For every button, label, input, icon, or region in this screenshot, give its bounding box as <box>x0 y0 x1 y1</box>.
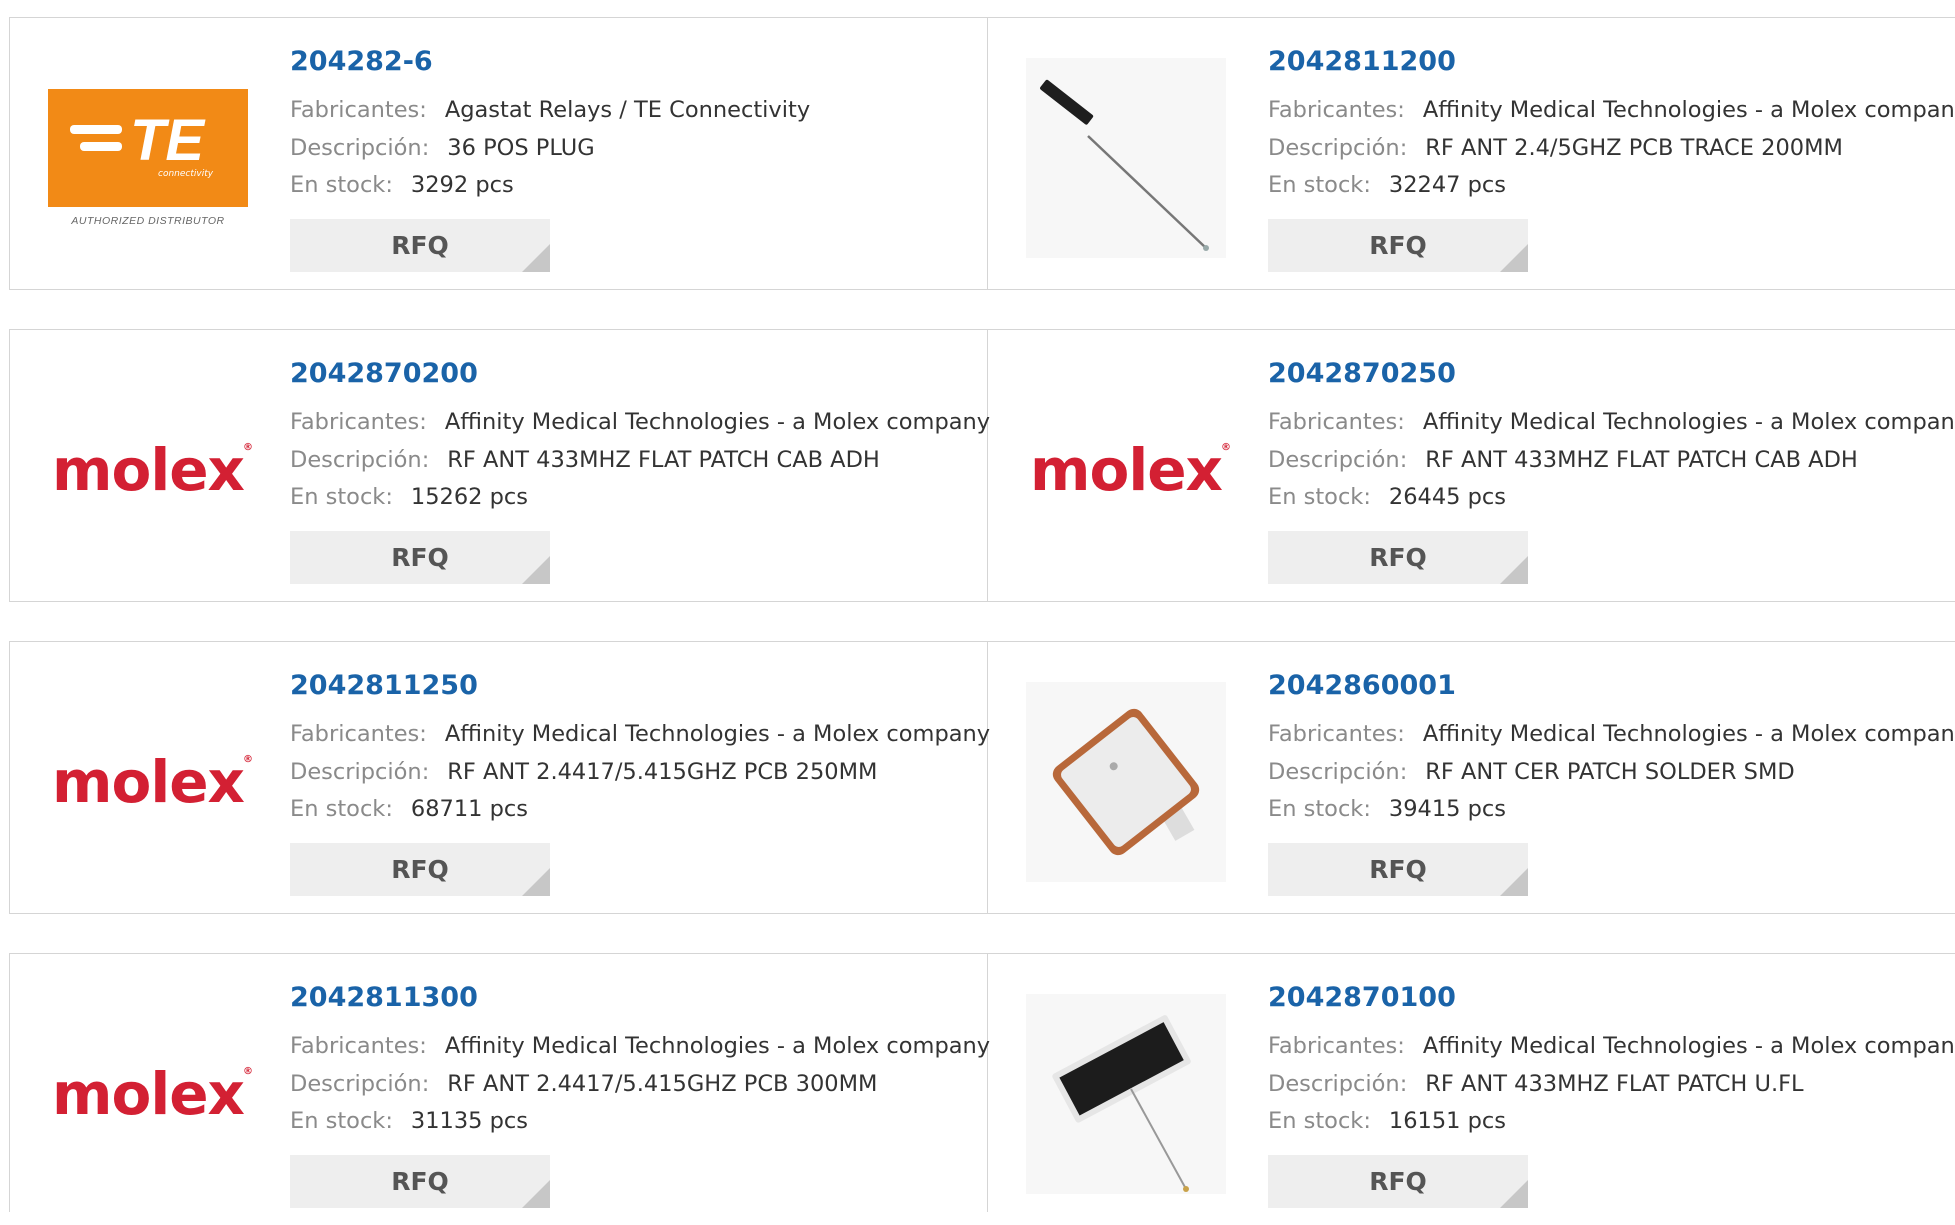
trace-antenna-image <box>1026 58 1226 258</box>
stock-value: 32247 pcs <box>1388 172 1507 198</box>
description-value: RF ANT 433MHZ FLAT PATCH CAB ADH <box>447 447 880 473</box>
description-label: Descripción: <box>1268 759 1408 785</box>
manufacturer-value: Affinity Medical Technologies - a Molex … <box>1422 409 1955 435</box>
rfq-button[interactable]: RFQ <box>1268 843 1528 896</box>
te-connectivity-logo: TE connectivity AUTHORIZED DISTRIBUTOR <box>48 89 248 227</box>
manufacturer-label: Fabricantes: <box>290 97 427 123</box>
molex-logo: molex ® <box>1030 436 1231 504</box>
manufacturer-value: Affinity Medical Technologies - a Molex … <box>1422 1033 1955 1059</box>
description-label: Descripción: <box>1268 447 1408 473</box>
stock-value: 15262 pcs <box>410 484 529 510</box>
product-row: molex ® 2042811300 Fabricantes: Affinity M… <box>9 953 1955 1212</box>
stock-value: 3292 pcs <box>410 172 514 198</box>
description-value: RF ANT CER PATCH SOLDER SMD <box>1425 759 1795 785</box>
manufacturer-label: Fabricantes: <box>1268 409 1405 435</box>
rfq-button[interactable]: RFQ <box>290 219 550 272</box>
manufacturer-value: Affinity Medical Technologies - a Molex … <box>444 1033 991 1059</box>
product-thumbnail[interactable] <box>1026 682 1226 882</box>
product-thumbnail[interactable]: TE connectivity AUTHORIZED DISTRIBUTOR <box>48 58 248 258</box>
description-value: RF ANT 2.4417/5.415GHZ PCB 300MM <box>447 1071 878 1097</box>
product-thumbnail[interactable]: molex ® <box>48 994 253 1194</box>
stock-value: 31135 pcs <box>410 1108 529 1134</box>
product-thumbnail[interactable]: molex ® <box>48 370 253 570</box>
manufacturer-value: Affinity Medical Technologies - a Molex … <box>1422 97 1955 123</box>
product-thumbnail[interactable]: molex ® <box>1026 370 1231 570</box>
description-label: Descripción: <box>290 447 430 473</box>
molex-logo: molex ® <box>52 1060 253 1128</box>
description-label: Descripción: <box>290 759 430 785</box>
part-number-link[interactable]: 2042870100 <box>1268 982 1456 1013</box>
ceramic-patch-image <box>1026 682 1226 882</box>
rfq-button[interactable]: RFQ <box>1268 531 1528 584</box>
part-number-link[interactable]: 2042870250 <box>1268 358 1456 389</box>
description-value: RF ANT 433MHZ FLAT PATCH U.FL <box>1425 1071 1804 1097</box>
stock-label: En stock: <box>1268 172 1371 198</box>
product-card: molex ® 2042811300 Fabricantes: Affinity M… <box>10 954 991 1225</box>
product-row: TE connectivity AUTHORIZED DISTRIBUTOR 2… <box>9 17 1955 290</box>
part-number-link[interactable]: 2042811200 <box>1268 46 1456 77</box>
product-row: molex ® 2042811250 Fabricantes: Affinity M… <box>9 641 1955 914</box>
description-label: Descripción: <box>290 1071 430 1097</box>
manufacturer-value: Agastat Relays / TE Connectivity <box>444 97 811 123</box>
description-label: Descripción: <box>1268 1071 1408 1097</box>
product-thumbnail[interactable]: molex ® <box>48 682 253 882</box>
rfq-button[interactable]: RFQ <box>1268 1155 1528 1208</box>
description-value: RF ANT 2.4/5GHZ PCB TRACE 200MM <box>1425 135 1843 161</box>
molex-logo: molex ® <box>52 748 253 816</box>
description-value: RF ANT 433MHZ FLAT PATCH CAB ADH <box>1425 447 1858 473</box>
description-value: 36 POS PLUG <box>447 135 595 161</box>
manufacturer-value: Affinity Medical Technologies - a Molex … <box>444 721 991 747</box>
description-value: RF ANT 2.4417/5.415GHZ PCB 250MM <box>447 759 878 785</box>
stock-value: 68711 pcs <box>410 796 529 822</box>
product-thumbnail[interactable] <box>1026 994 1226 1194</box>
part-number-link[interactable]: 204282-6 <box>290 46 433 77</box>
product-card: 2042860001 Fabricantes: Affinity Medical … <box>988 642 1955 913</box>
product-card: TE connectivity AUTHORIZED DISTRIBUTOR 2… <box>10 18 987 289</box>
manufacturer-value: Affinity Medical Technologies - a Molex … <box>444 409 991 435</box>
description-label: Descripción: <box>290 135 430 161</box>
manufacturer-value: Affinity Medical Technologies - a Molex … <box>1422 721 1955 747</box>
stock-label: En stock: <box>290 484 393 510</box>
manufacturer-label: Fabricantes: <box>290 1033 427 1059</box>
stock-label: En stock: <box>290 1108 393 1134</box>
part-number-link[interactable]: 2042870200 <box>290 358 478 389</box>
product-card: molex ® 2042870250 Fabricantes: Affinity M… <box>988 330 1955 601</box>
stock-label: En stock: <box>1268 1108 1371 1134</box>
rfq-button[interactable]: RFQ <box>1268 219 1528 272</box>
stock-label: En stock: <box>1268 796 1371 822</box>
part-number-link[interactable]: 2042811250 <box>290 670 478 701</box>
manufacturer-label: Fabricantes: <box>1268 721 1405 747</box>
product-thumbnail[interactable] <box>1026 58 1226 258</box>
rfq-button[interactable]: RFQ <box>290 531 550 584</box>
stock-value: 16151 pcs <box>1388 1108 1507 1134</box>
manufacturer-label: Fabricantes: <box>1268 1033 1405 1059</box>
rfq-button[interactable]: RFQ <box>290 843 550 896</box>
product-card: molex ® 2042811250 Fabricantes: Affinity M… <box>10 642 991 913</box>
manufacturer-label: Fabricantes: <box>290 721 427 747</box>
part-number-link[interactable]: 2042811300 <box>290 982 478 1013</box>
product-card: 2042870100 Fabricantes: Affinity Medical … <box>988 954 1955 1225</box>
stock-value: 39415 pcs <box>1388 796 1507 822</box>
stock-value: 26445 pcs <box>1388 484 1507 510</box>
manufacturer-label: Fabricantes: <box>1268 97 1405 123</box>
stock-label: En stock: <box>290 796 393 822</box>
molex-logo: molex ® <box>52 436 253 504</box>
manufacturer-label: Fabricantes: <box>290 409 427 435</box>
stock-label: En stock: <box>1268 484 1371 510</box>
product-card: molex ® 2042870200 Fabricantes: Affinity M… <box>10 330 991 601</box>
part-number-link[interactable]: 2042860001 <box>1268 670 1456 701</box>
product-card: 2042811200 Fabricantes: Affinity Medical … <box>988 18 1955 289</box>
flat-patch-image <box>1026 994 1226 1194</box>
rfq-button[interactable]: RFQ <box>290 1155 550 1208</box>
product-row: molex ® 2042870200 Fabricantes: Affinity M… <box>9 329 1955 602</box>
description-label: Descripción: <box>1268 135 1408 161</box>
stock-label: En stock: <box>290 172 393 198</box>
